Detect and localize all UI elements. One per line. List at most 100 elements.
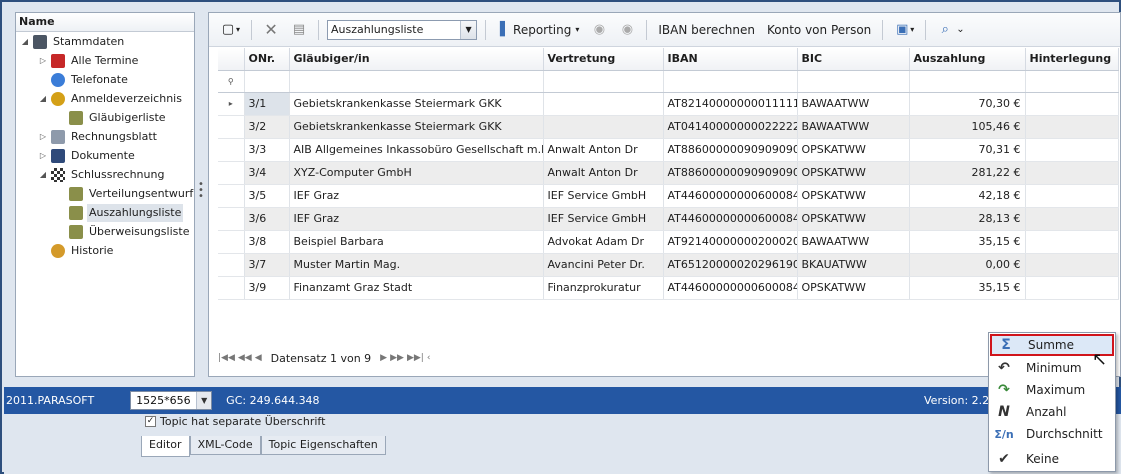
previous-record-icon[interactable]: ◀ [255,353,262,363]
first-record-icon[interactable]: |◀◀ [218,353,235,363]
cell-onr[interactable]: 3/6 [244,207,290,231]
cell-vertretung[interactable]: Anwalt Anton Dr [543,161,664,185]
tree-node-glaeubigerliste[interactable]: Gläubigerliste [56,109,168,127]
tree-node-verteilungsentwurf[interactable]: Verteilungsentwurf [56,185,195,203]
cell-hinterlegung[interactable] [1025,161,1119,185]
table-row[interactable]: 3/6 IEF Graz IEF Service GmbH AT44600000000… [218,207,1119,231]
cell-bic[interactable]: OPSKATWW [797,161,910,185]
cell-vertretung[interactable]: Avancini Peter Dr. [543,253,664,277]
cell-hinterlegung[interactable] [1025,276,1119,300]
tree-node-anmeldeverzeichnis[interactable]: ◢ Anmeldeverzeichnis [38,90,184,108]
forward-button[interactable]: ◉ [616,19,638,41]
copy-button[interactable]: ▤ [288,19,310,41]
cell-iban[interactable]: AT921400000002000200 [663,230,798,254]
column-header-iban[interactable]: IBAN [663,48,798,71]
cell-vertretung[interactable]: Advokat Adam Dr [543,230,664,254]
table-row[interactable]: 3/7 Muster Martin Mag. Avancini Peter Dr. A… [218,253,1119,277]
cell-auszahlung[interactable]: 70,30 € [909,92,1026,116]
cell-onr[interactable]: 3/9 [244,276,290,300]
cell-iban[interactable]: AT886000000909090909 [663,138,798,162]
tree-node-stammdaten[interactable]: ◢ Stammdaten [20,33,126,51]
collapse-icon[interactable]: ◢ [38,166,48,184]
separate-heading-checkbox[interactable]: ✓ Topic hat separate Überschrift [145,415,325,428]
cell-hinterlegung[interactable] [1025,138,1119,162]
cell-vertretung[interactable]: IEF Service GmbH [543,184,664,208]
cell-iban[interactable]: AT041400000000222222 [663,115,798,139]
cell-glaeubiger[interactable]: XYZ-Computer GmbH [289,161,544,185]
cell-bic[interactable]: BAWAATWW [797,92,910,116]
row-indicator[interactable] [218,253,245,277]
new-button[interactable]: ▢ ▾ [217,19,243,41]
reporting-button[interactable]: ▌ Reporting ▾ [494,19,582,41]
collapse-icon[interactable]: ◢ [38,90,48,108]
filter-cell[interactable] [289,70,544,93]
cell-iban[interactable]: AT446000000006000846 [663,184,798,208]
tree-node-alle-termine[interactable]: ▷ Alle Termine [38,52,140,70]
cell-bic[interactable]: BAWAATWW [797,115,910,139]
cell-auszahlung[interactable]: 42,18 € [909,184,1026,208]
cell-bic[interactable]: BKAUATWW [797,253,910,277]
row-indicator[interactable] [218,230,245,254]
tab-editor[interactable]: Editor [141,436,190,457]
filter-cell[interactable] [909,70,1026,93]
iban-berechnen-button[interactable]: IBAN berechnen [655,19,758,41]
search-tools-button[interactable]: ⌕ ⌄ [934,19,967,41]
row-indicator[interactable] [218,115,245,139]
chevron-down-icon[interactable]: ▼ [196,392,212,409]
cell-bic[interactable]: OPSKATWW [797,184,910,208]
last-record-icon[interactable]: ▶▶| [407,353,424,363]
cell-glaeubiger[interactable]: Gebietskrankenkasse Steiermark GKK [289,115,544,139]
cell-bic[interactable]: OPSKATWW [797,138,910,162]
view-select[interactable]: Auszahlungsliste ▼ [327,19,478,40]
panel-splitter-grip[interactable]: • • • [198,180,204,202]
column-header-vertretung[interactable]: Vertretung [543,48,664,71]
table-row[interactable]: 3/3 AIB Allgemeines Inkassobüro Gesellsch… [218,138,1119,162]
column-header-bic[interactable]: BIC [797,48,910,71]
tree-node-dokumente[interactable]: ▷ Dokumente [38,147,137,165]
table-row[interactable]: 3/5 IEF Graz IEF Service GmbH AT44600000000… [218,184,1119,208]
cell-onr[interactable]: 3/8 [244,230,290,254]
tree-node-schlussrechnung[interactable]: ◢ Schlussrechnung [38,166,166,184]
row-indicator[interactable] [218,161,245,185]
menu-item-durchschnitt[interactable]: Σ/n Durchschnitt [990,423,1114,445]
row-indicator[interactable] [218,207,245,231]
cell-iban[interactable]: AT651200000202961900 [663,253,798,277]
column-header-hinterlegung[interactable]: Hinterlegung [1025,48,1119,71]
cell-vertretung[interactable]: Anwalt Anton Dr [543,138,664,162]
cell-bic[interactable]: OPSKATWW [797,207,910,231]
tab-xml-code[interactable]: XML-Code [189,436,261,455]
cell-hinterlegung[interactable] [1025,184,1119,208]
cell-hinterlegung[interactable] [1025,115,1119,139]
tree-node-ueberweisungsliste[interactable]: Überweisungsliste [56,223,191,241]
expand-icon[interactable]: ▷ [38,128,48,146]
menu-item-anzahl[interactable]: N Anzahl [990,401,1114,423]
print-button[interactable]: ▣ ▾ [891,19,917,41]
filter-cell[interactable] [1025,70,1119,93]
chevron-down-icon[interactable]: ▼ [460,20,477,39]
cell-hinterlegung[interactable] [1025,207,1119,231]
current-row-indicator-icon[interactable]: ▸ [218,92,245,116]
cell-bic[interactable]: OPSKATWW [797,276,910,300]
cell-hinterlegung[interactable] [1025,92,1119,116]
delete-button[interactable]: ✕ [260,19,282,41]
cell-glaeubiger[interactable]: IEF Graz [289,184,544,208]
tab-topic-eigenschaften[interactable]: Topic Eigenschaften [260,436,386,455]
tree-node-telefonate[interactable]: Telefonate [38,71,130,89]
cell-glaeubiger[interactable]: Gebietskrankenkasse Steiermark GKK [289,92,544,116]
column-header-onr[interactable]: ONr. [244,48,290,71]
filter-cell[interactable] [797,70,910,93]
cell-vertretung[interactable] [543,92,664,116]
cell-vertretung[interactable]: IEF Service GmbH [543,207,664,231]
row-indicator[interactable] [218,276,245,300]
previous-page-icon[interactable]: ◀◀ [238,353,252,363]
cell-hinterlegung[interactable] [1025,253,1119,277]
cell-glaeubiger[interactable]: Beispiel Barbara [289,230,544,254]
scroll-left-icon[interactable]: ‹ [427,353,431,363]
cell-auszahlung[interactable]: 28,13 € [909,207,1026,231]
table-row[interactable]: 3/8 Beispiel Barbara Advokat Adam Dr AT9214… [218,230,1119,254]
cell-auszahlung[interactable]: 35,15 € [909,230,1026,254]
cell-auszahlung[interactable]: 105,46 € [909,115,1026,139]
cell-iban[interactable]: AT886000000909090909 [663,161,798,185]
cell-iban[interactable]: AT821400000000111111 [663,92,798,116]
cell-onr[interactable]: 3/3 [244,138,290,162]
